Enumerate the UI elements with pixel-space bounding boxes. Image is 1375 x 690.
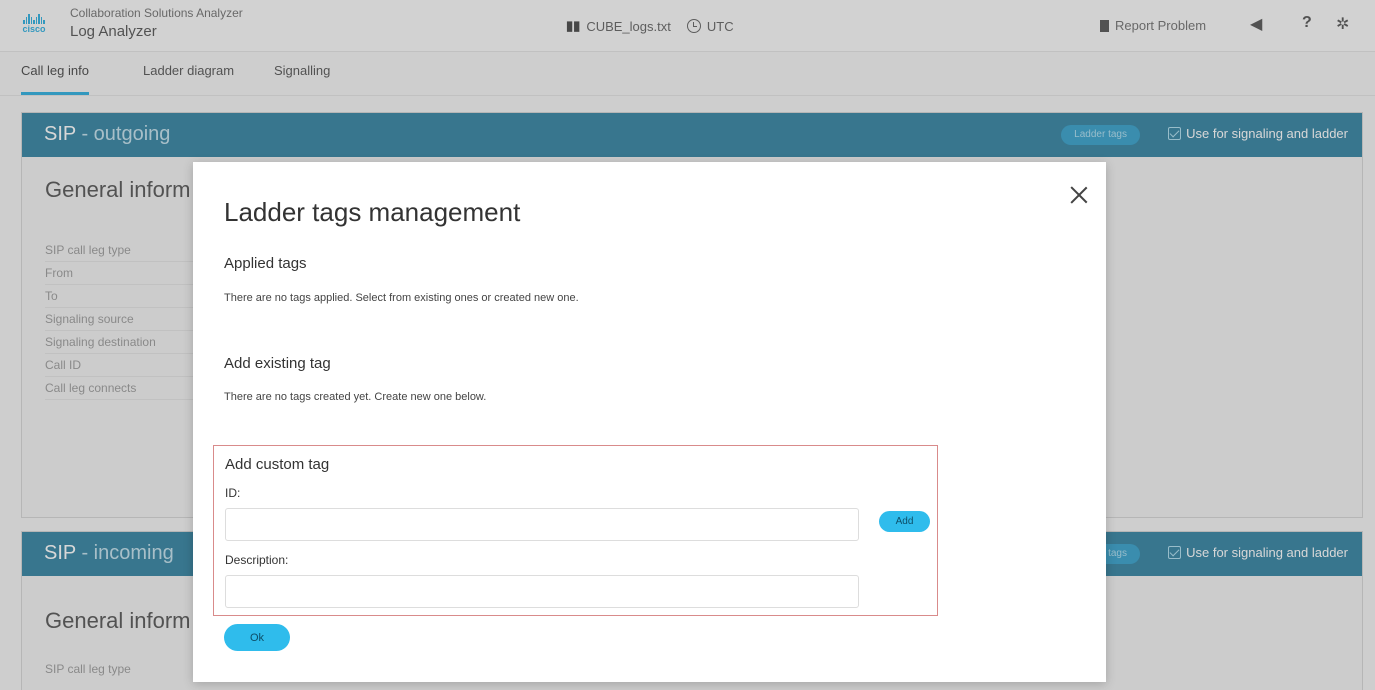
ladder-tags-modal: Ladder tags management Applied tags Ther… (193, 162, 1106, 682)
id-input[interactable] (225, 508, 859, 541)
existing-tag-text: There are no tags created yet. Create ne… (224, 391, 487, 403)
modal-title: Ladder tags management (224, 197, 521, 227)
ok-button[interactable]: Ok (224, 624, 290, 651)
custom-tag-section: Add custom tag ID: Add Description: (213, 445, 938, 616)
existing-tag-heading: Add existing tag (224, 355, 331, 372)
description-input[interactable] (225, 575, 859, 608)
description-label: Description: (225, 553, 289, 567)
applied-tags-text: There are no tags applied. Select from e… (224, 292, 579, 304)
applied-tags-heading: Applied tags (224, 255, 307, 272)
add-button[interactable]: Add (879, 511, 930, 532)
custom-tag-heading: Add custom tag (225, 456, 330, 473)
close-icon[interactable] (1068, 184, 1090, 206)
id-label: ID: (225, 486, 241, 500)
